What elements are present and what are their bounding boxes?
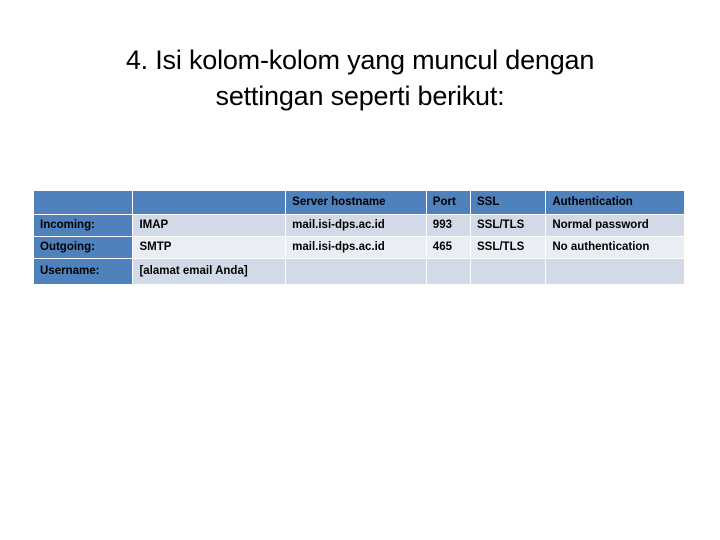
row-label-username: Username: bbox=[34, 259, 133, 284]
page-title: 4. Isi kolom-kolom yang muncul dengan se… bbox=[40, 42, 680, 114]
cell-authentication-outgoing: No authentication bbox=[546, 237, 684, 258]
cell-port-username bbox=[426, 259, 470, 284]
page-title-line-1: 4. Isi kolom-kolom yang muncul dengan bbox=[125, 45, 595, 75]
header-cell-blank-2 bbox=[133, 191, 286, 214]
cell-ssl-username bbox=[470, 259, 546, 284]
header-cell-port: Port bbox=[426, 191, 470, 214]
cell-authentication-username bbox=[546, 259, 684, 284]
mail-settings-table: Server hostname Port SSL Authentication … bbox=[33, 190, 685, 285]
cell-hostname-incoming: mail.isi-dps.ac.id bbox=[286, 215, 426, 236]
cell-hostname-outgoing: mail.isi-dps.ac.id bbox=[286, 237, 426, 258]
table-row: Outgoing: SMTP mail.isi-dps.ac.id 465 SS… bbox=[34, 237, 684, 258]
cell-ssl-outgoing: SSL/TLS bbox=[470, 237, 546, 258]
header-cell-server-hostname: Server hostname bbox=[286, 191, 426, 214]
row-label-outgoing: Outgoing: bbox=[34, 237, 133, 258]
cell-protocol-incoming: IMAP bbox=[133, 215, 286, 236]
header-cell-blank-1 bbox=[34, 191, 133, 214]
table-row: Username: [alamat email Anda] bbox=[34, 259, 684, 284]
page-title-line-2: settingan seperti berikut: bbox=[215, 81, 505, 111]
header-cell-ssl: SSL bbox=[470, 191, 546, 214]
table-header-row: Server hostname Port SSL Authentication bbox=[34, 191, 684, 214]
row-label-incoming: Incoming: bbox=[34, 215, 133, 236]
cell-protocol-outgoing: SMTP bbox=[133, 237, 286, 258]
cell-protocol-username: [alamat email Anda] bbox=[133, 259, 286, 284]
header-cell-authentication: Authentication bbox=[546, 191, 684, 214]
cell-ssl-incoming: SSL/TLS bbox=[470, 215, 546, 236]
cell-port-incoming: 993 bbox=[426, 215, 470, 236]
cell-port-outgoing: 465 bbox=[426, 237, 470, 258]
cell-hostname-username bbox=[286, 259, 426, 284]
table-row: Incoming: IMAP mail.isi-dps.ac.id 993 SS… bbox=[34, 215, 684, 236]
cell-authentication-incoming: Normal password bbox=[546, 215, 684, 236]
